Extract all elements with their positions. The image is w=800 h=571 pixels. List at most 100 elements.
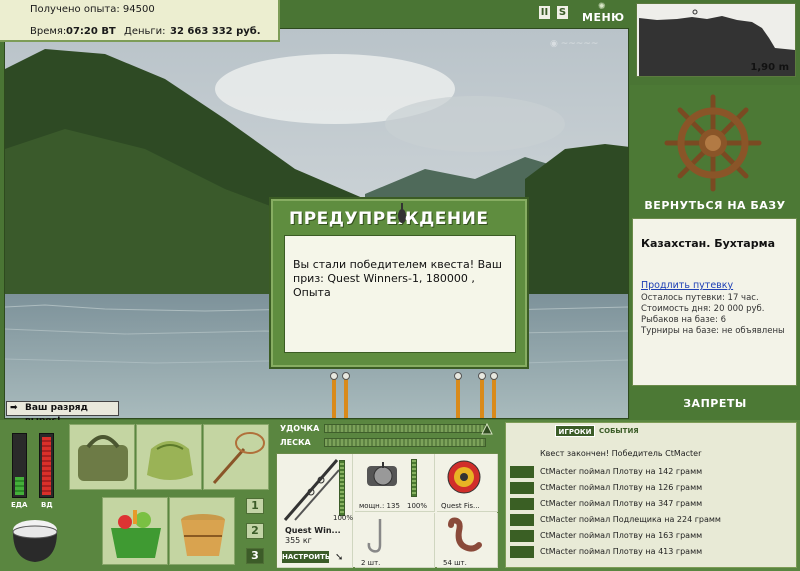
time-value: 07:20 ВТ (66, 26, 116, 37)
fish-icon (510, 530, 534, 542)
tab-events[interactable]: СОБЫТИЯ (599, 425, 643, 437)
event-text: CtMacter поймал Плотву на 126 грамм (540, 483, 703, 492)
tackle-panel[interactable]: 100% Quest Win... 355 кг НАСТРОИТЬ ➘ мощ… (276, 453, 498, 568)
sack-icon (147, 441, 193, 480)
rod-holder-1[interactable] (330, 372, 338, 418)
watermark-logo: ◉ ~~~~~ (550, 39, 599, 49)
rod-bar-label: УДОЧКА (280, 424, 320, 433)
fishing-rod-icon (283, 459, 340, 521)
arrow-down-right-icon: ➘ (335, 552, 344, 563)
event-text: CtMacter поймал Подлещика на 224 грамм (540, 515, 721, 524)
event-text: CtMacter поймал Плотву на 142 грамм (540, 467, 703, 476)
worm-bait-icon (448, 517, 482, 552)
sound-button[interactable]: S (557, 6, 568, 19)
menu-label: МЕНЮ (582, 11, 625, 24)
line-cell[interactable]: Quest Fis... (437, 454, 498, 512)
experience-meter-fill (42, 437, 51, 495)
landing-net-slot[interactable] (203, 424, 269, 490)
setup-button[interactable]: НАСТРОИТЬ (282, 551, 330, 563)
bait-bucket-slot[interactable] (169, 497, 235, 565)
pause-button[interactable]: II (539, 6, 550, 19)
list-item: CtMacter поймал Плотву на 163 грамм (510, 529, 794, 543)
food-label: ЕДА (11, 501, 28, 509)
time-label: Время: (30, 26, 67, 37)
event-text: CtMacter поймал Плотву на 347 грамм (540, 499, 703, 508)
hook-icon (367, 519, 382, 553)
rod-cell[interactable]: 100% Quest Win... 355 кг НАСТРОИТЬ ➘ (277, 454, 353, 568)
exp-received: Получено опыта: 94500 (30, 4, 155, 15)
base-info-panel: Казахстан. Бухтарма Продлить путевку Ост… (632, 218, 797, 386)
fish-icon (510, 546, 534, 558)
permit-time-left: Осталось путевки: 17 час. (641, 293, 759, 303)
vegetable-basket-icon (111, 510, 161, 558)
cooking-pot-icon[interactable] (6, 510, 64, 566)
arrow-right-icon: ➡ (10, 403, 18, 413)
fishing-float-icon (398, 203, 406, 223)
line-tension-bar (324, 438, 486, 447)
tournaments-info: Турниры на базе: не объявлены (641, 326, 785, 336)
experience-meter (39, 433, 54, 498)
rod-tension-bar (324, 424, 486, 433)
rod-holder-5[interactable] (490, 372, 498, 418)
fishers-count: Рыбаков на базе: 6 (641, 315, 726, 325)
bait-cell[interactable]: 54 шт. (437, 513, 498, 568)
list-item: CtMacter поймал Плотву на 413 грамм (510, 545, 794, 559)
bans-button[interactable]: ЗАПРЕТЫ (630, 397, 800, 410)
bait-count: 54 шт. (443, 559, 467, 567)
tab-players[interactable]: ИГРОКИ (555, 425, 595, 437)
list-item: CtMacter поймал Плотву на 347 грамм (510, 497, 794, 511)
rod-holder-2[interactable] (342, 372, 350, 418)
event-text: CtMacter поймал Плотву на 413 грамм (540, 547, 703, 556)
rank-up-notice[interactable]: ➡ Ваш разряд вырос! (6, 401, 119, 426)
tackle-bag-icon (78, 435, 128, 481)
bucket-icon (181, 514, 225, 556)
warning-dialog[interactable]: ПРЕДУПРЕЖДЕНИЕ Вы стали победителем квес… (269, 197, 529, 369)
line-name: Quest Fis... (441, 502, 480, 510)
landing-net-icon (212, 432, 265, 484)
list-item: CtMacter поймал Плотву на 142 грамм (510, 465, 794, 479)
dialog-title: ПРЕДУПРЕЖДЕНИЕ (289, 209, 489, 229)
tackle-bag-slot[interactable] (69, 424, 135, 490)
reel-cell[interactable]: мощн.: 135 100% (355, 454, 435, 512)
event-text: CtMacter поймал Плотву на 163 грамм (540, 531, 703, 540)
depth-map: 1,90 m (636, 3, 796, 77)
hook-cell[interactable]: 2 шт. (355, 513, 435, 568)
rod-name: Quest Win... (285, 526, 341, 535)
money-value: 32 663 332 руб. (170, 26, 261, 37)
return-to-base-button[interactable]: ВЕРНУТЬСЯ НА БАЗУ (630, 199, 800, 212)
slot-page-2[interactable]: 2 (246, 523, 264, 539)
hook-count: 2 шт. (361, 559, 381, 567)
slot-page-3[interactable]: 3 (246, 548, 264, 564)
arrow-up-icon (481, 423, 493, 435)
day-cost: Стоимость дня: 20 000 руб. (641, 304, 765, 314)
rod-holder-3[interactable] (454, 372, 462, 418)
rod-holder-4[interactable] (478, 372, 486, 418)
list-item: CtMacter поймал Плотву на 126 грамм (510, 481, 794, 495)
food-basket-slot[interactable] (102, 497, 168, 565)
depth-value: 1,90 m (750, 62, 789, 73)
reel-condition-bar (411, 459, 417, 497)
reel-icon (367, 462, 397, 486)
food-meter-fill (15, 477, 24, 495)
fish-icon (510, 466, 534, 478)
status-meters: ЕДА ВД (4, 424, 64, 511)
slot-page-1[interactable]: 1 (246, 498, 264, 514)
menu-button[interactable]: ✺ МЕНЮ (582, 2, 625, 25)
fish-icon (510, 498, 534, 510)
player-info-panel: Получено опыта: 94500 Время: 07:20 ВТ Де… (0, 0, 280, 42)
line-bar-label: ЛЕСКА (280, 438, 311, 447)
fish-icon (510, 482, 534, 494)
quest-finished-message: Квест закончен! Победитель CtMacter (540, 449, 702, 458)
fish-icon (510, 514, 534, 526)
dialog-message: Вы стали победителем квеста! Ваш приз: Q… (284, 235, 516, 353)
gear-icon: ✺ (597, 2, 607, 12)
sack-slot[interactable] (136, 424, 202, 490)
rod-weight: 355 кг (285, 536, 312, 545)
ship-wheel-icon[interactable] (663, 93, 763, 193)
reel-power: мощн.: 135 (359, 502, 400, 510)
extend-permit-link[interactable]: Продлить путевку (641, 280, 733, 291)
reel-percent: 100% (407, 502, 428, 510)
list-item: CtMacter поймал Подлещика на 224 грамм (510, 513, 794, 527)
tension-bars: УДОЧКА ЛЕСКА (276, 422, 498, 452)
food-meter (12, 433, 27, 498)
